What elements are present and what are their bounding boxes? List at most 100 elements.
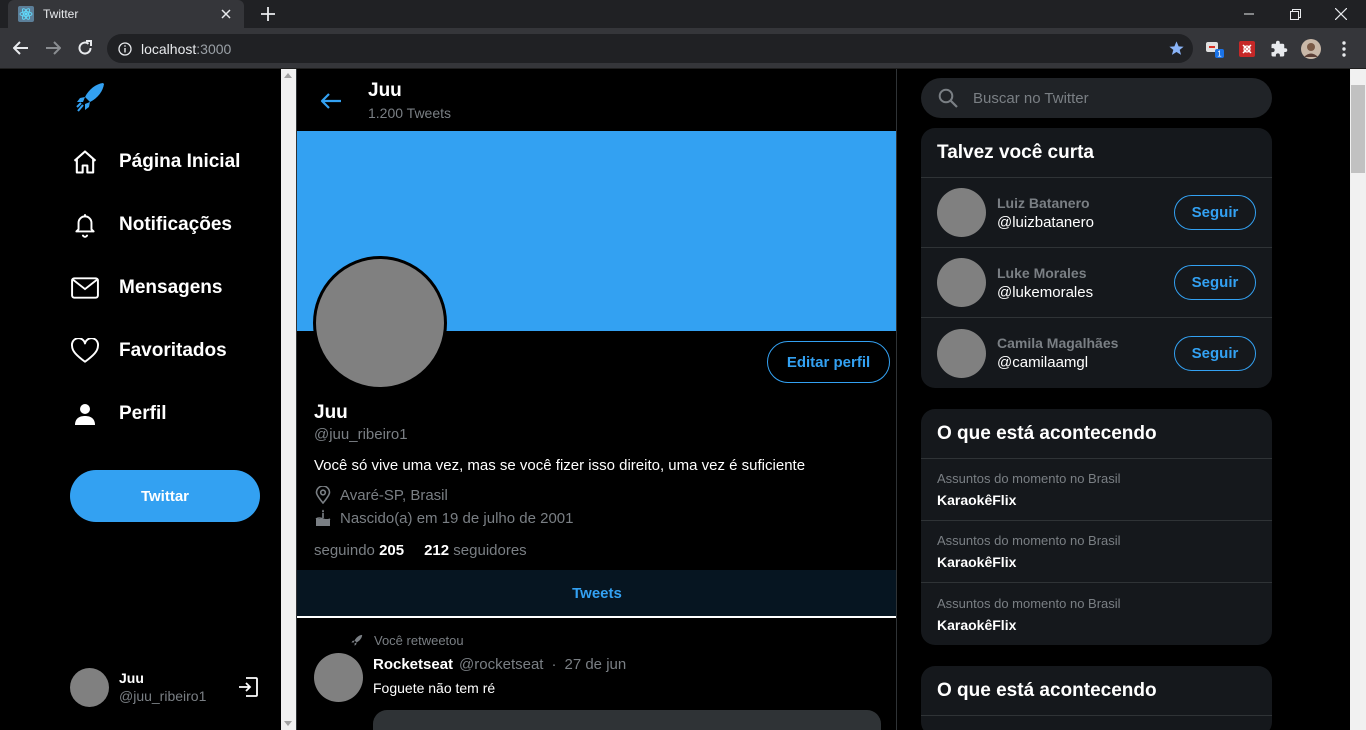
trend-category: Assuntos do momento no Brasil (937, 533, 1121, 548)
account-name: Juu (119, 670, 144, 686)
avatar[interactable] (314, 653, 363, 702)
profile-header: Juu 1.200 Tweets (297, 69, 896, 131)
sidebar: Página Inicial Notificações Mensagens Fa… (0, 69, 280, 730)
browser-profile-avatar[interactable] (1301, 39, 1321, 59)
trend-name: KaraokêFlix (937, 616, 1017, 633)
edit-profile-button[interactable]: Editar perfil (767, 341, 890, 383)
scroll-down-arrow-icon[interactable] (284, 721, 292, 726)
sidebar-item-label: Página Inicial (119, 151, 241, 172)
follow-suggestion[interactable]: Camila Magalhães @camilaamgl Seguir (921, 318, 1272, 388)
tweet-item[interactable]: Você retweetou Rocketseat @rocketseat · … (297, 620, 896, 730)
avatar (937, 328, 986, 378)
profile-avatar[interactable] (313, 256, 447, 390)
follow-button[interactable]: Seguir (1174, 335, 1256, 371)
mail-icon (70, 273, 100, 303)
close-window-icon[interactable] (1318, 0, 1364, 28)
trends-card: O que está acontecendo Assuntos do momen… (921, 409, 1272, 645)
separator: · (551, 656, 557, 673)
profile-handle: @juu_ribeiro1 (314, 426, 408, 443)
tab-tweets[interactable]: Tweets (572, 585, 622, 602)
follow-handle: @camilaamgl (997, 354, 1089, 371)
tweet-header: Rocketseat @rocketseat · 27 de jun (373, 656, 626, 673)
location-pin-icon (314, 486, 332, 504)
rocket-logo-icon[interactable] (76, 81, 106, 113)
bookmark-star-icon[interactable] (1168, 40, 1185, 57)
follow-suggestion[interactable]: Luiz Batanero @luizbatanero Seguir (921, 178, 1272, 248)
new-tab-icon[interactable] (258, 5, 278, 23)
browser-tab[interactable]: Twitter (8, 0, 244, 28)
minimize-icon[interactable] (1226, 0, 1272, 28)
home-icon (70, 147, 100, 177)
card-title: O que está acontecendo (921, 666, 1272, 716)
follow-name: Camila Magalhães (997, 335, 1119, 351)
bell-icon (70, 210, 100, 240)
avatar (937, 258, 986, 307)
extension-icon[interactable]: 1 (1205, 39, 1225, 59)
tweet-media[interactable] (373, 710, 881, 730)
tweet-count: 1.200 Tweets (368, 105, 452, 121)
tweet-body: Foguete não tem ré (373, 680, 496, 696)
reload-icon[interactable] (73, 36, 97, 60)
profile-bio: Você só vive uma vez, mas se você fizer … (314, 457, 806, 474)
followers-stat[interactable]: 212 seguidores (424, 542, 527, 559)
trend-item[interactable]: Assuntos do momento no Brasil KaraokêFli… (921, 459, 1272, 521)
sidebar-item-favorites[interactable]: Favoritados (70, 330, 227, 372)
chrome-menu-icon[interactable] (1334, 39, 1354, 59)
follow-stats: seguindo 205 212 seguidores (314, 542, 527, 559)
follow-text: Luiz Batanero @luizbatanero (997, 195, 1174, 231)
cake-icon (314, 509, 332, 527)
profile-name: Juu (314, 402, 348, 423)
account-info: Juu @juu_ribeiro1 (119, 670, 236, 704)
site-info-icon[interactable] (117, 41, 133, 57)
page-scrollbar-thumb[interactable] (1351, 85, 1365, 173)
tweet-button[interactable]: Twittar (70, 470, 260, 522)
back-arrow-icon[interactable] (319, 89, 343, 113)
logout-icon[interactable] (236, 675, 260, 699)
close-tab-icon[interactable] (218, 6, 234, 22)
profile-birthday: Nascido(a) em 19 de julho de 2001 (314, 509, 573, 527)
forward-nav-icon[interactable] (41, 36, 65, 60)
tweet-author-name[interactable]: Rocketseat (373, 656, 453, 673)
retweet-indicator: Você retweetou (350, 633, 464, 648)
sidebar-item-home[interactable]: Página Inicial (70, 141, 240, 183)
follow-name: Luke Morales (997, 264, 1087, 281)
sidebar-scrollbar[interactable] (281, 69, 296, 730)
follow-button[interactable]: Seguir (1174, 195, 1256, 230)
follow-handle: @lukemorales (997, 283, 1094, 301)
address-bar[interactable]: localhost:3000 (107, 34, 1193, 63)
scroll-up-arrow-icon[interactable] (284, 73, 292, 78)
main-column: Juu 1.200 Tweets Editar perfil Juu @juu_… (296, 69, 897, 730)
birthday-text: Nascido(a) em 19 de julho de 2001 (340, 509, 574, 527)
card-title: Talvez você curta (921, 128, 1272, 178)
search-input[interactable] (973, 89, 1253, 107)
trend-item[interactable]: Assuntos do momento no Brasil KaraokêFli… (921, 583, 1272, 645)
sidebar-item-profile[interactable]: Perfil (70, 393, 167, 435)
account-handle: @juu_ribeiro1 (119, 688, 207, 704)
follow-suggestion[interactable]: Luke Morales @lukemorales Seguir (921, 248, 1272, 318)
trend-item[interactable]: Assuntos do momento no Brasil KaraokêFli… (921, 521, 1272, 583)
page-title: Juu (368, 80, 402, 101)
extension-red-icon[interactable] (1237, 39, 1257, 59)
page: Página Inicial Notificações Mensagens Fa… (0, 69, 1366, 730)
header-title-block: Juu 1.200 Tweets (368, 80, 451, 121)
sidebar-item-messages[interactable]: Mensagens (70, 267, 222, 309)
tweet-date: 27 de jun (564, 656, 627, 673)
search-box[interactable] (921, 78, 1272, 118)
card-title: O que está acontecendo (921, 409, 1272, 459)
who-to-follow-card: Talvez você curta Luiz Batanero @luizbat… (921, 128, 1272, 388)
following-stat[interactable]: seguindo 205 (314, 542, 404, 559)
restore-icon[interactable] (1272, 0, 1318, 28)
account-switcher[interactable]: Juu @juu_ribeiro1 (70, 667, 260, 707)
location-text: Avaré-SP, Brasil (340, 486, 448, 504)
follow-text: Camila Magalhães @camilaamgl (997, 335, 1174, 371)
tab-title: Twitter (43, 7, 79, 21)
trend-category: Assuntos do momento no Brasil (937, 471, 1121, 486)
person-icon (70, 399, 100, 429)
follow-handle: @luizbatanero (997, 213, 1094, 231)
trend-category: Assuntos do momento no Brasil (937, 595, 1121, 611)
back-nav-icon[interactable] (9, 36, 33, 60)
follow-button[interactable]: Seguir (1174, 265, 1256, 300)
sidebar-item-notifications[interactable]: Notificações (70, 204, 232, 246)
avatar (937, 188, 986, 237)
extensions-puzzle-icon[interactable] (1269, 39, 1289, 59)
